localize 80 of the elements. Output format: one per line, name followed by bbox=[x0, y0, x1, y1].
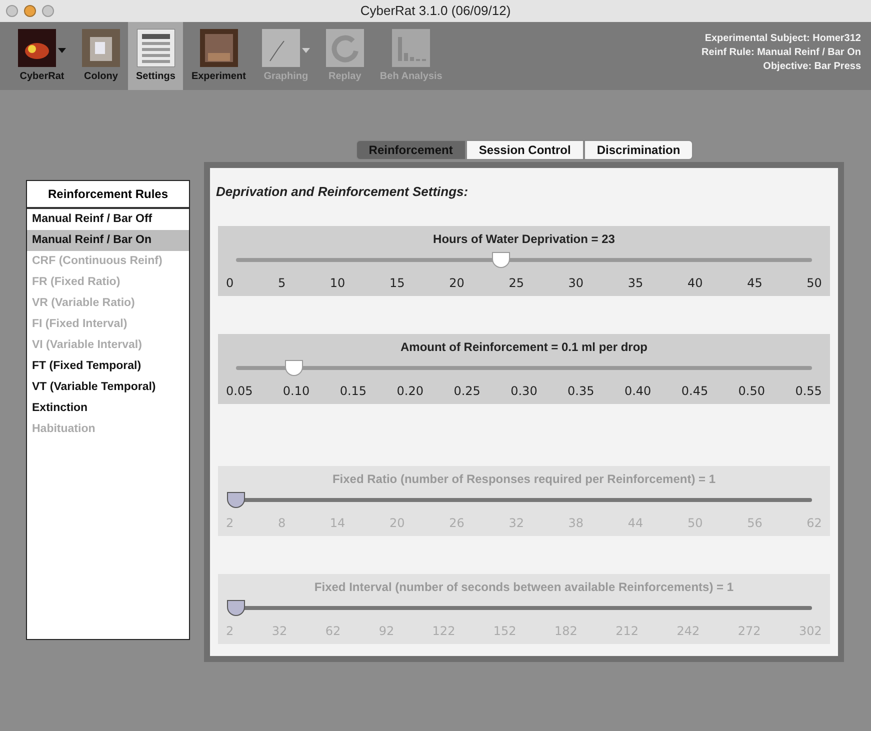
toolbar-button[interactable]: Settings bbox=[128, 22, 184, 90]
line-graph-icon bbox=[262, 28, 300, 66]
section-heading: Deprivation and Reinforcement Settings: bbox=[215, 183, 470, 201]
tick-label: 10 bbox=[330, 274, 346, 292]
tick-label: 302 bbox=[798, 622, 822, 640]
tick-label: 0 bbox=[226, 274, 234, 292]
tick-label: 2 bbox=[226, 514, 234, 532]
cage-image-icon bbox=[82, 28, 120, 66]
rule-item[interactable]: VT (Variable Temporal) bbox=[27, 377, 189, 398]
minimize-icon[interactable] bbox=[24, 5, 36, 17]
tick-label: 32 bbox=[272, 622, 288, 640]
tick-label: 5 bbox=[278, 274, 286, 292]
rule-item[interactable]: FT (Fixed Temporal) bbox=[27, 356, 189, 377]
toolbar-button[interactable]: Experiment bbox=[183, 22, 254, 90]
window-title: CyberRat 3.1.0 (06/09/12) bbox=[360, 2, 511, 20]
tick-label: 38 bbox=[568, 514, 584, 532]
caret-icon bbox=[302, 48, 310, 52]
tick-label: 44 bbox=[628, 514, 644, 532]
tick-label: 0.30 bbox=[510, 382, 538, 400]
tick-label: 15 bbox=[390, 274, 405, 292]
tick-label: 25 bbox=[508, 274, 524, 292]
slider-label: Amount of Reinforcement = 0.1 ml per drop bbox=[399, 338, 649, 356]
chamber-image-icon bbox=[200, 28, 238, 66]
tick-label: 212 bbox=[616, 622, 639, 640]
caret-icon bbox=[58, 48, 66, 52]
zoom-icon[interactable] bbox=[42, 5, 54, 17]
tick-label: 0.25 bbox=[454, 382, 480, 400]
tick-label: 0.05 bbox=[226, 382, 253, 400]
tick-label: 0.40 bbox=[624, 382, 652, 400]
tick-label: 0.35 bbox=[568, 382, 594, 400]
tick-label: 0.20 bbox=[396, 382, 424, 400]
rule-item[interactable]: Extinction bbox=[27, 398, 189, 419]
tick-label: 56 bbox=[747, 514, 762, 532]
info-text: Experimental Subject: Homer312 bbox=[704, 32, 861, 46]
tick-label: 50 bbox=[806, 274, 822, 292]
toolbar-button[interactable]: Colony bbox=[74, 22, 128, 90]
tick-label: 2 bbox=[226, 622, 234, 640]
tick-label: 272 bbox=[738, 622, 761, 640]
rule-item[interactable]: Manual Reinf / Bar On bbox=[27, 230, 189, 251]
toolbar-button[interactable]: CyberRat bbox=[10, 22, 74, 90]
tick-label: 35 bbox=[628, 274, 644, 292]
slider-thumb[interactable] bbox=[284, 360, 303, 376]
tick-label: 0.10 bbox=[282, 382, 310, 400]
tick-label: 32 bbox=[508, 514, 524, 532]
slider-label: Fixed Ratio (number of Responses required per Reinforcement) = 1 bbox=[331, 470, 717, 488]
close-icon[interactable] bbox=[6, 5, 18, 17]
info-text: Objective: Bar Press bbox=[763, 60, 861, 74]
settings-list-icon bbox=[136, 28, 175, 66]
tick-label: 0.15 bbox=[340, 382, 367, 400]
histogram-icon bbox=[392, 28, 430, 66]
rat-image-icon bbox=[18, 28, 56, 66]
tick-label: 14 bbox=[330, 514, 346, 532]
tick-label: 0.50 bbox=[738, 382, 766, 400]
tick-label: 182 bbox=[554, 622, 578, 640]
replay-icon bbox=[326, 28, 364, 66]
tick-label: 30 bbox=[568, 274, 584, 292]
rule-item[interactable]: Manual Reinf / Bar Off bbox=[27, 209, 189, 230]
list-header: Reinforcement Rules bbox=[27, 181, 189, 209]
tick-label: 152 bbox=[493, 622, 516, 640]
tick-label: 122 bbox=[432, 622, 456, 640]
info-text: Reinf Rule: Manual Reinf / Bar On bbox=[702, 46, 861, 60]
tick-label: 0.45 bbox=[681, 382, 708, 400]
tick-label: 40 bbox=[687, 274, 703, 292]
tick-label: 26 bbox=[449, 514, 464, 532]
slider-label: Hours of Water Deprivation = 23 bbox=[432, 230, 616, 248]
tick-label: 45 bbox=[747, 274, 762, 292]
tick-label: 92 bbox=[378, 622, 394, 640]
tick-label: 8 bbox=[278, 514, 286, 532]
tick-label: 50 bbox=[687, 514, 703, 532]
slider-thumb[interactable] bbox=[492, 252, 510, 268]
tick-label: 0.55 bbox=[795, 382, 822, 400]
tick-label: 242 bbox=[676, 622, 700, 640]
tab[interactable]: Session Control bbox=[466, 140, 584, 160]
tab[interactable]: Discrimination bbox=[584, 140, 694, 160]
tick-label: 62 bbox=[325, 622, 341, 640]
tick-label: 20 bbox=[390, 514, 405, 532]
tick-label: 62 bbox=[806, 514, 822, 532]
tick-label: 20 bbox=[449, 274, 464, 292]
tab[interactable]: Reinforcement bbox=[356, 140, 466, 160]
slider-label: Fixed Interval (number of seconds between available Reinforcements) = 1 bbox=[313, 578, 735, 596]
